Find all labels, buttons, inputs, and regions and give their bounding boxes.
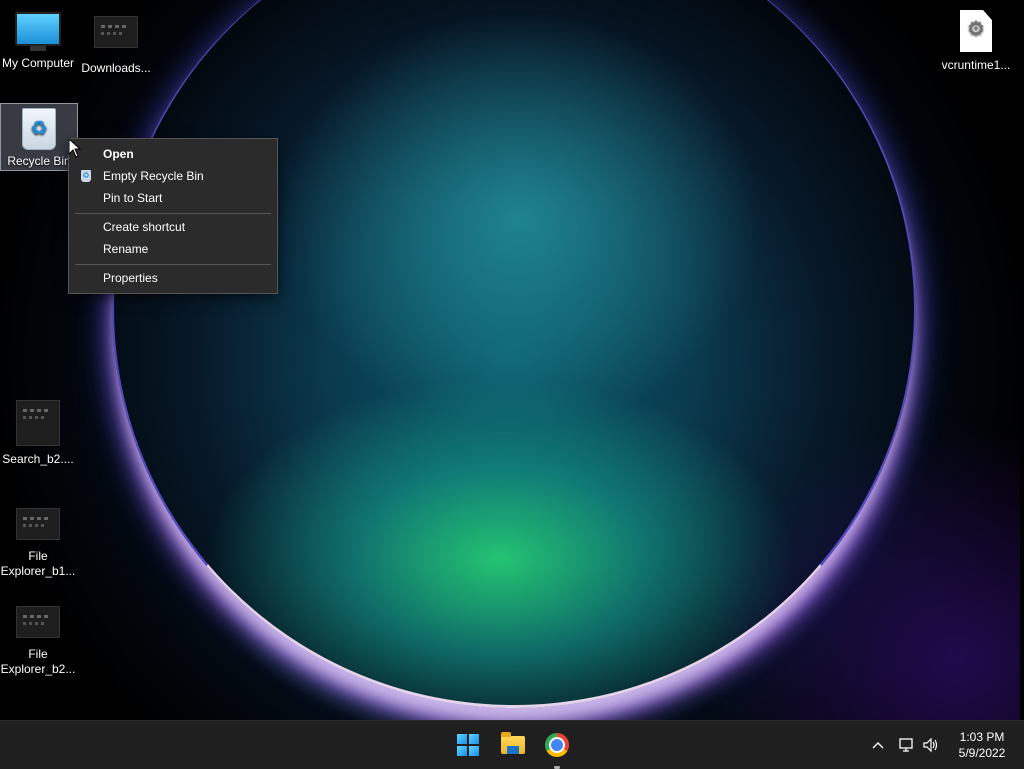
menu-item-create-shortcut[interactable]: Create shortcut — [69, 216, 277, 238]
chevron-up-icon — [872, 742, 884, 749]
desktop-icon-label: Search_b2.... — [2, 452, 74, 466]
desktop-icon-label: Downloads... — [81, 61, 151, 75]
menu-item-open[interactable]: Open — [69, 143, 277, 165]
menu-item-label: Rename — [103, 242, 149, 256]
menu-item-label: Pin to Start — [103, 191, 163, 205]
gear-icon: ⚙ — [967, 18, 985, 40]
desktop-icon-label: File Explorer_b2... — [0, 647, 76, 676]
clock-date: 5/9/2022 — [958, 746, 1006, 760]
network-button[interactable] — [894, 721, 918, 769]
recycle-bin-icon: ♻ — [22, 108, 56, 150]
taskbar: 1:03 PM 5/9/2022 — [0, 720, 1024, 769]
screenshot-thumbnail-icon — [16, 400, 60, 446]
settings-file-icon: ⚙ — [960, 10, 992, 52]
desktop-icon-label: File Explorer_b1... — [0, 549, 76, 578]
recycle-bin-icon: ♻ — [81, 170, 91, 182]
clock[interactable]: 1:03 PM 5/9/2022 — [944, 729, 1020, 761]
menu-item-label: Create shortcut — [103, 220, 186, 234]
menu-item-label: Properties — [103, 271, 158, 285]
monitor-icon — [15, 12, 61, 51]
screenshot-thumbnail-icon — [16, 606, 60, 638]
network-icon — [899, 738, 913, 752]
menu-separator — [75, 213, 271, 214]
desktop-icon-file-explorer-b1[interactable]: File Explorer_b1... — [0, 508, 76, 579]
folder-thumbnail-icon — [94, 16, 138, 48]
recycle-icon: ♻ — [30, 118, 48, 140]
desktop-icon-my-computer[interactable]: My Computer — [0, 0, 76, 80]
desktop-icon-recycle-bin[interactable]: ♻ Recycle Bin — [0, 103, 78, 171]
desktop-icon-file-explorer-b2[interactable]: File Explorer_b2... — [0, 606, 76, 677]
file-explorer-button[interactable] — [495, 727, 531, 763]
windows-logo-icon — [457, 734, 479, 756]
desktop-icon-vcruntime[interactable]: ⚙ vcruntime1... — [936, 0, 1016, 73]
menu-separator — [75, 264, 271, 265]
chrome-icon — [545, 733, 569, 757]
desktop-icon-label: My Computer — [1, 56, 75, 70]
menu-item-rename[interactable]: Rename — [69, 238, 277, 260]
menu-item-properties[interactable]: Properties — [69, 267, 277, 289]
menu-item-label: Empty Recycle Bin — [103, 169, 204, 183]
mouse-cursor-icon — [68, 138, 82, 158]
desktop-icon-label: Recycle Bin — [7, 154, 71, 168]
screenshot-thumbnail-icon — [16, 508, 60, 540]
menu-item-pin-to-start[interactable]: Pin to Start — [69, 187, 277, 209]
chrome-button[interactable] — [539, 727, 575, 769]
desktop-icon-downloads[interactable]: Downloads... — [78, 12, 154, 76]
volume-icon — [923, 737, 938, 753]
desktop-icon-label: vcruntime1... — [941, 58, 1011, 72]
context-menu: Open ♻ Empty Recycle Bin Pin to Start Cr… — [68, 138, 278, 294]
clock-time: 1:03 PM — [959, 730, 1005, 744]
menu-item-label: Open — [103, 147, 134, 161]
volume-button[interactable] — [919, 721, 943, 769]
folder-icon — [501, 732, 525, 754]
desktop-icon-search-screenshot[interactable]: Search_b2.... — [0, 400, 76, 467]
show-hidden-icons-button[interactable] — [866, 721, 890, 769]
menu-item-empty-recycle-bin[interactable]: ♻ Empty Recycle Bin — [69, 165, 277, 187]
start-button[interactable] — [450, 727, 486, 763]
